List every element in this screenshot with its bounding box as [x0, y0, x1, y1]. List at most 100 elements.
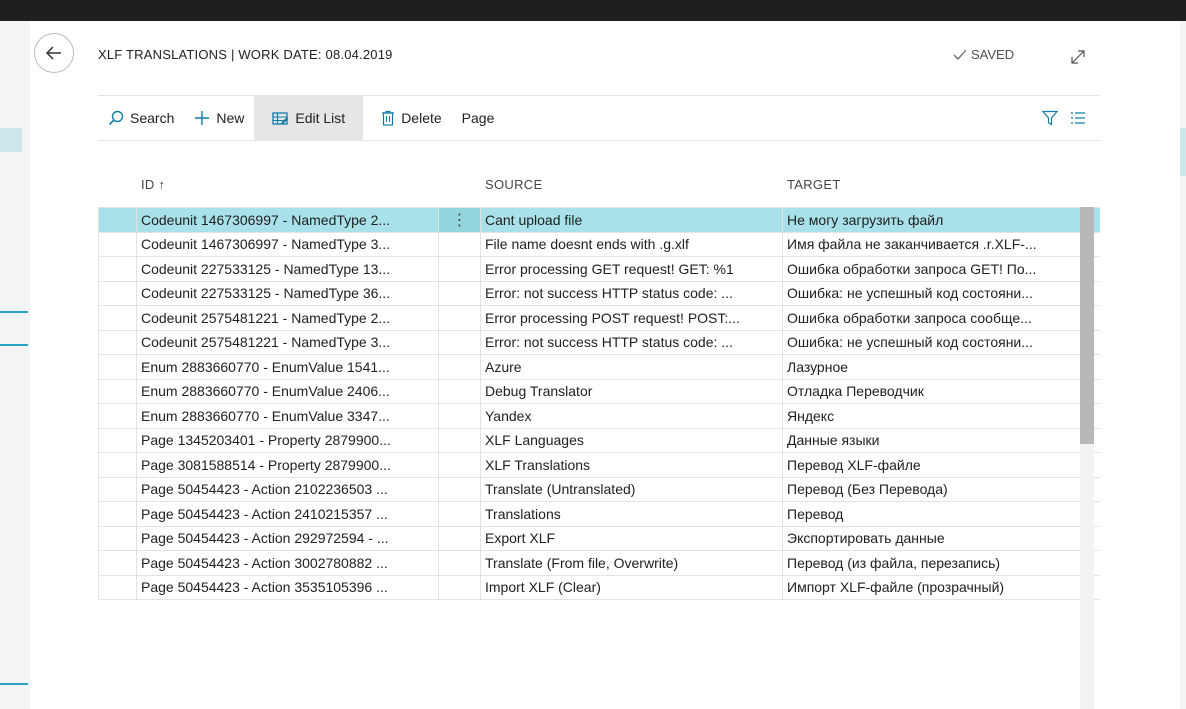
- table-row[interactable]: Codeunit 2575481221 - NamedType 3... Erro…: [98, 330, 1100, 355]
- back-button[interactable]: [34, 33, 74, 73]
- row-actions-button[interactable]: [439, 477, 481, 501]
- column-header-id[interactable]: ID ↑: [137, 177, 439, 192]
- cell-id[interactable]: Page 50454423 - Action 2102236503 ...: [137, 477, 439, 501]
- table-row[interactable]: Codeunit 1467306997 - NamedType 2... ⋮ Can…: [98, 207, 1100, 233]
- cell-id[interactable]: Page 1345203401 - Property 2879900...: [137, 428, 439, 452]
- cell-id[interactable]: Enum 2883660770 - EnumValue 3347...: [137, 404, 439, 428]
- row-selector[interactable]: [98, 306, 137, 330]
- new-button[interactable]: New: [184, 96, 254, 140]
- cell-source[interactable]: Error processing GET request! GET: %1: [481, 257, 783, 281]
- cell-source[interactable]: Import XLF (Clear): [481, 575, 783, 599]
- row-selector[interactable]: [98, 477, 137, 501]
- cell-source[interactable]: Cant upload file: [481, 208, 783, 232]
- cell-source[interactable]: Translate (Untranslated): [481, 477, 783, 501]
- cell-source[interactable]: Export XLF: [481, 526, 783, 550]
- cell-target[interactable]: Ошибка: не успешный код состояни...: [783, 281, 1086, 305]
- cell-id[interactable]: Page 50454423 - Action 3002780882 ...: [137, 551, 439, 575]
- row-selector[interactable]: [98, 281, 137, 305]
- row-actions-button[interactable]: [439, 281, 481, 305]
- table-row[interactable]: Page 50454423 - Action 3002780882 ... Tra…: [98, 551, 1100, 576]
- cell-id[interactable]: Enum 2883660770 - EnumValue 1541...: [137, 355, 439, 379]
- cell-target[interactable]: Отладка Переводчик: [783, 379, 1086, 403]
- column-header-source[interactable]: SOURCE: [481, 177, 783, 192]
- table-row[interactable]: Codeunit 227533125 - NamedType 13... Erro…: [98, 257, 1100, 282]
- cell-source[interactable]: Error: not success HTTP status code: ...: [481, 330, 783, 354]
- row-selector[interactable]: [98, 551, 137, 575]
- cell-id[interactable]: Enum 2883660770 - EnumValue 2406...: [137, 379, 439, 403]
- cell-target[interactable]: Лазурное: [783, 355, 1086, 379]
- cell-source[interactable]: Translate (From file, Overwrite): [481, 551, 783, 575]
- cell-id[interactable]: Page 50454423 - Action 2410215357 ...: [137, 502, 439, 526]
- list-view-button[interactable]: [1064, 96, 1092, 140]
- cell-target[interactable]: Перевод (Без Перевода): [783, 477, 1086, 501]
- row-actions-button[interactable]: [439, 355, 481, 379]
- table-row[interactable]: Page 1345203401 - Property 2879900... XLF…: [98, 428, 1100, 453]
- cell-target[interactable]: Импорт XLF-файле (прозрачный): [783, 575, 1086, 599]
- edit-list-button[interactable]: Edit List: [254, 96, 364, 140]
- filter-button[interactable]: [1036, 96, 1064, 140]
- page-menu-button[interactable]: Page: [452, 96, 505, 140]
- cell-source[interactable]: Yandex: [481, 404, 783, 428]
- scrollbar-thumb[interactable]: [1080, 207, 1094, 444]
- table-row[interactable]: Codeunit 227533125 - NamedType 36... Erro…: [98, 281, 1100, 306]
- row-selector[interactable]: [98, 502, 137, 526]
- cell-id[interactable]: Page 50454423 - Action 3535105396 ...: [137, 575, 439, 599]
- row-selector[interactable]: [98, 526, 137, 550]
- cell-target[interactable]: Ошибка обработки запроса GET! По...: [783, 257, 1086, 281]
- table-row[interactable]: Codeunit 1467306997 - NamedType 3... File…: [98, 232, 1100, 257]
- row-actions-button[interactable]: [439, 551, 481, 575]
- row-selector[interactable]: [98, 330, 137, 354]
- cell-target[interactable]: Ошибка обработки запроса сообще...: [783, 306, 1086, 330]
- cell-target[interactable]: Яндекс: [783, 404, 1086, 428]
- delete-button[interactable]: Delete: [363, 96, 451, 140]
- cell-source[interactable]: XLF Translations: [481, 453, 783, 477]
- table-row[interactable]: Page 50454423 - Action 292972594 - ... Ex…: [98, 526, 1100, 551]
- table-row[interactable]: Enum 2883660770 - EnumValue 2406... Debug…: [98, 379, 1100, 404]
- row-selector[interactable]: [98, 404, 137, 428]
- row-actions-button[interactable]: [439, 379, 481, 403]
- row-selector[interactable]: [98, 379, 137, 403]
- row-actions-button[interactable]: [439, 526, 481, 550]
- vertical-scrollbar[interactable]: [1080, 207, 1094, 709]
- row-actions-button[interactable]: [439, 575, 481, 599]
- cell-target[interactable]: Перевод: [783, 502, 1086, 526]
- row-actions-button[interactable]: [439, 330, 481, 354]
- row-actions-button[interactable]: [439, 306, 481, 330]
- row-selector[interactable]: [98, 575, 137, 599]
- cell-target[interactable]: Перевод (из файла, перезапись): [783, 551, 1086, 575]
- column-header-target[interactable]: TARGET: [783, 177, 1086, 192]
- row-actions-button[interactable]: [439, 232, 481, 256]
- cell-id[interactable]: Codeunit 1467306997 - NamedType 2...: [137, 208, 439, 232]
- cell-source[interactable]: Error: not success HTTP status code: ...: [481, 281, 783, 305]
- row-actions-button[interactable]: [439, 428, 481, 452]
- row-selector[interactable]: [98, 355, 137, 379]
- cell-source[interactable]: File name doesnt ends with .g.xlf: [481, 232, 783, 256]
- row-actions-button[interactable]: [439, 453, 481, 477]
- cell-target[interactable]: Ошибка: не успешный код состояни...: [783, 330, 1086, 354]
- expand-button[interactable]: [1068, 47, 1088, 67]
- row-selector[interactable]: [98, 428, 137, 452]
- row-selector[interactable]: [98, 257, 137, 281]
- row-selector[interactable]: [98, 232, 137, 256]
- row-actions-button[interactable]: [439, 257, 481, 281]
- table-row[interactable]: Page 50454423 - Action 2102236503 ... Tra…: [98, 477, 1100, 502]
- row-actions-button[interactable]: [439, 404, 481, 428]
- search-button[interactable]: Search: [98, 96, 184, 140]
- cell-id[interactable]: Codeunit 227533125 - NamedType 13...: [137, 257, 439, 281]
- row-selector[interactable]: [98, 208, 137, 232]
- cell-target[interactable]: Не могу загрузить файл: [783, 208, 1086, 232]
- cell-id[interactable]: Page 3081588514 - Property 2879900...: [137, 453, 439, 477]
- table-row[interactable]: Page 50454423 - Action 3535105396 ... Imp…: [98, 575, 1100, 600]
- cell-target[interactable]: Имя файла не заканчивается .r.XLF-...: [783, 232, 1086, 256]
- cell-source[interactable]: Error processing POST request! POST:...: [481, 306, 783, 330]
- cell-target[interactable]: Экспортировать данные: [783, 526, 1086, 550]
- cell-id[interactable]: Codeunit 227533125 - NamedType 36...: [137, 281, 439, 305]
- table-row[interactable]: Page 50454423 - Action 2410215357 ... Tra…: [98, 502, 1100, 527]
- cell-id[interactable]: Codeunit 2575481221 - NamedType 3...: [137, 330, 439, 354]
- table-row[interactable]: Codeunit 2575481221 - NamedType 2... Erro…: [98, 306, 1100, 331]
- row-selector[interactable]: [98, 453, 137, 477]
- table-row[interactable]: Page 3081588514 - Property 2879900... XLF…: [98, 453, 1100, 478]
- cell-target[interactable]: Перевод XLF-файле: [783, 453, 1086, 477]
- cell-id[interactable]: Codeunit 1467306997 - NamedType 3...: [137, 232, 439, 256]
- table-row[interactable]: Enum 2883660770 - EnumValue 1541... Azure…: [98, 355, 1100, 380]
